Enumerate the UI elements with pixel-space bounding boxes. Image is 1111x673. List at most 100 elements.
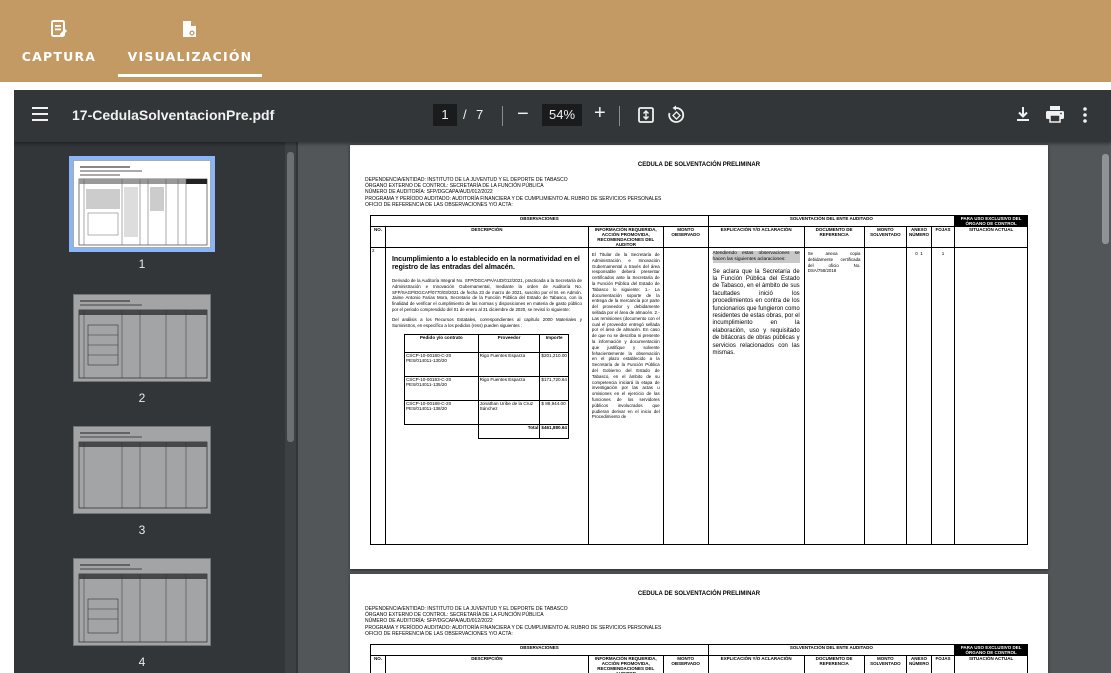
header-line: OFICIO DE REFERENCIA DE LAS OBSERVACIONE…	[365, 201, 513, 208]
row-information: El Titular de la Secretaría de Administr…	[587, 247, 664, 545]
menu-icon[interactable]	[32, 107, 48, 121]
fit-page-icon[interactable]	[637, 106, 655, 129]
col-informacion: INFORMACIÓN REQUERIDA, ACCIÓN PROMOVIDA,…	[587, 226, 664, 248]
thumbnail-page-number: 2	[138, 391, 146, 405]
zoom-out-button[interactable]: −	[517, 104, 529, 124]
observations-table: OBSERVACIONES SOLVENTACIÓN DEL ENTE AUDI…	[370, 215, 1028, 545]
orders-total-value: $461,880.64	[539, 424, 569, 440]
col-no: NO.	[370, 226, 386, 248]
thumbnail-image	[73, 294, 211, 382]
edit-document-icon	[48, 17, 70, 41]
thumbnail-image	[73, 558, 211, 646]
col-monto-observado: MONTO OBSERVADO	[662, 226, 709, 248]
thumbnail-page-number: 3	[138, 523, 146, 537]
orders-cell: Rigo Fuentes Esparza	[477, 376, 541, 402]
row-explanation: Atendiendo estas observaciones se hacen …	[707, 247, 805, 545]
solventacion-header: SOLVENTACIÓN DEL ENTE AUDITADO	[707, 215, 956, 227]
col-fojas: FOJAS	[930, 655, 956, 673]
page-number-input[interactable]: 1	[433, 104, 457, 126]
tab-visualizacion-label: VISUALIZACIÓN	[127, 49, 253, 64]
row-monto-observado	[662, 247, 709, 545]
zoom-level-input[interactable]: 54%	[542, 104, 582, 126]
orders-total-label: Total	[477, 424, 541, 440]
row-description: Incumplimiento a lo establecido en la no…	[384, 247, 589, 545]
document-title: CEDULA DE SOLVENTACIÓN PRELIMINAR	[637, 591, 761, 597]
col-anexo: ANEXO NÚMERO	[906, 226, 932, 248]
observation-heading: Incumplimiento a lo establecido en la no…	[391, 256, 580, 271]
col-descripcion: DESCRIPCIÓN	[384, 226, 589, 248]
solventacion-header: SOLVENTACIÓN DEL ENTE AUDITADO	[707, 644, 956, 656]
orders-cell: CSCP-10-00183-C-20 PES/014011-135/20	[403, 376, 479, 402]
main-scrollbar[interactable]	[1100, 142, 1111, 673]
orders-cell: CSCP-10-00180-C-20 PES/014011-130/20	[403, 352, 479, 378]
pdf-page-1: CEDULA DE SOLVENTACIÓN PRELIMINAR DEPEND…	[350, 145, 1048, 569]
pdf-filename: 17-CedulaSolventacionPre.pdf	[72, 107, 275, 123]
rotate-icon[interactable]	[666, 105, 686, 130]
thumbnail-page-number: 4	[138, 655, 146, 669]
orders-cell: $ 88,944.00	[539, 400, 569, 426]
print-icon[interactable]	[1045, 105, 1065, 128]
row-situacion	[954, 247, 1028, 545]
thumbnail-image	[73, 426, 211, 514]
toolbar-divider	[619, 106, 620, 126]
anexo-value: 1	[920, 251, 923, 256]
thumbnail-image	[69, 156, 215, 252]
thumbnail-page-number: 1	[138, 257, 146, 271]
active-tab-indicator	[118, 74, 262, 77]
col-informacion: INFORMACIÓN REQUERIDA, ACCIÓN PROMOVIDA,…	[587, 655, 664, 673]
page-total: 7	[476, 107, 484, 122]
thumbnail-sidebar: 1 2 3 4	[14, 142, 298, 673]
col-explicacion: EXPLICACIÓN Y/O ACLARACIÓN	[707, 655, 805, 673]
thumbnail-page-2[interactable]: 2	[73, 294, 211, 405]
col-anexo: ANEXO NÚMERO	[906, 655, 932, 673]
header-line: PROGRAMA Y PERÍODO AUDITADO: AUDITORÍA F…	[365, 195, 662, 202]
app-header: CAPTURA VISUALIZACIÓN	[0, 0, 1111, 82]
thumbnail-page-1[interactable]: 1	[69, 156, 215, 271]
more-options-icon[interactable]	[1082, 106, 1088, 129]
pdf-viewer: 17-CedulaSolventacionPre.pdf 1 / 7 − 54%…	[14, 90, 1111, 673]
orders-table: Pedido y/o contrato Proveedor Importe CS…	[403, 334, 569, 440]
download-icon[interactable]	[1014, 105, 1032, 128]
zoom-in-button[interactable]: +	[594, 102, 606, 124]
document-header: DEPENDENCIA/ENTIDAD: INSTITUTO DE LA JUV…	[365, 606, 661, 637]
tab-captura[interactable]: CAPTURA	[18, 0, 100, 82]
col-monto-observado: MONTO OBSERVADO	[662, 655, 709, 673]
pdf-toolbar: 17-CedulaSolventacionPre.pdf 1 / 7 − 54%…	[14, 90, 1111, 142]
observation-paragraph: Del análisis a los Recursos Estatales, c…	[391, 316, 582, 328]
col-situacion: SITUACIÓN ACTUAL	[954, 655, 1028, 673]
explanation-text: Se aclara que la Secretaría de la Funció…	[712, 268, 800, 357]
col-fojas: FOJAS	[930, 226, 956, 248]
tab-visualizacion[interactable]: VISUALIZACIÓN	[118, 0, 262, 82]
exclusivo-header: PARA USO EXCLUSIVO DEL ÓRGANO DE CONTROL	[954, 215, 1028, 227]
document-view-icon	[179, 17, 201, 41]
exclusivo-header: PARA USO EXCLUSIVO DEL ÓRGANO DE CONTROL	[954, 644, 1028, 656]
col-monto-solventado: MONTO SOLVENTADO	[863, 655, 908, 673]
explanation-highlight: Atendiendo estas observaciones se hacen …	[712, 251, 800, 263]
col-situacion: SITUACIÓN ACTUAL	[954, 226, 1028, 248]
orders-cell: CSCP-10-00188-C-20 PES/014011-138/20	[403, 400, 479, 426]
header-line: PROGRAMA Y PERÍODO AUDITADO: AUDITORÍA F…	[365, 624, 662, 631]
pdf-page-2: CEDULA DE SOLVENTACIÓN PRELIMINAR DEPEND…	[350, 574, 1048, 673]
header-line: OFICIO DE REFERENCIA DE LAS OBSERVACIONE…	[365, 630, 513, 637]
orders-cell: Rigo Fuentes Esparza	[477, 352, 541, 378]
thumbnail-page-3[interactable]: 3	[73, 426, 211, 537]
sidebar-scrollbar-thumb[interactable]	[287, 152, 294, 442]
document-header: DEPENDENCIA/ENTIDAD: INSTITUTO DE LA JUV…	[365, 177, 661, 208]
observaciones-header: OBSERVACIONES	[370, 644, 709, 656]
toolbar-divider	[502, 106, 503, 126]
observation-paragraph: Derivado de la Auditoría Integral No. SF…	[391, 278, 582, 312]
orders-col-proveedor: Proveedor	[477, 334, 541, 354]
main-scrollbar-thumb[interactable]	[1102, 154, 1109, 244]
orders-cell: Jonathan Uribe de la Cruz Sánchez	[477, 400, 541, 426]
row-number: 2	[370, 247, 386, 545]
col-explicacion: EXPLICACIÓN Y/O ACLARACIÓN	[707, 226, 805, 248]
row-document-ref: Se anexa copia debidamente certificada d…	[803, 247, 865, 545]
orders-col-importe: Importe	[539, 334, 569, 354]
col-documento: DOCUMENTO DE REFERENCIA	[803, 226, 865, 248]
orders-cell: $201,210.00	[539, 352, 569, 378]
document-title: CEDULA DE SOLVENTACIÓN PRELIMINAR	[637, 162, 761, 168]
col-monto-solventado: MONTO SOLVENTADO	[863, 226, 908, 248]
thumbnail-page-4[interactable]: 4	[73, 558, 211, 669]
observaciones-header: OBSERVACIONES	[370, 215, 709, 227]
row-anexo: 0 1	[906, 247, 932, 545]
